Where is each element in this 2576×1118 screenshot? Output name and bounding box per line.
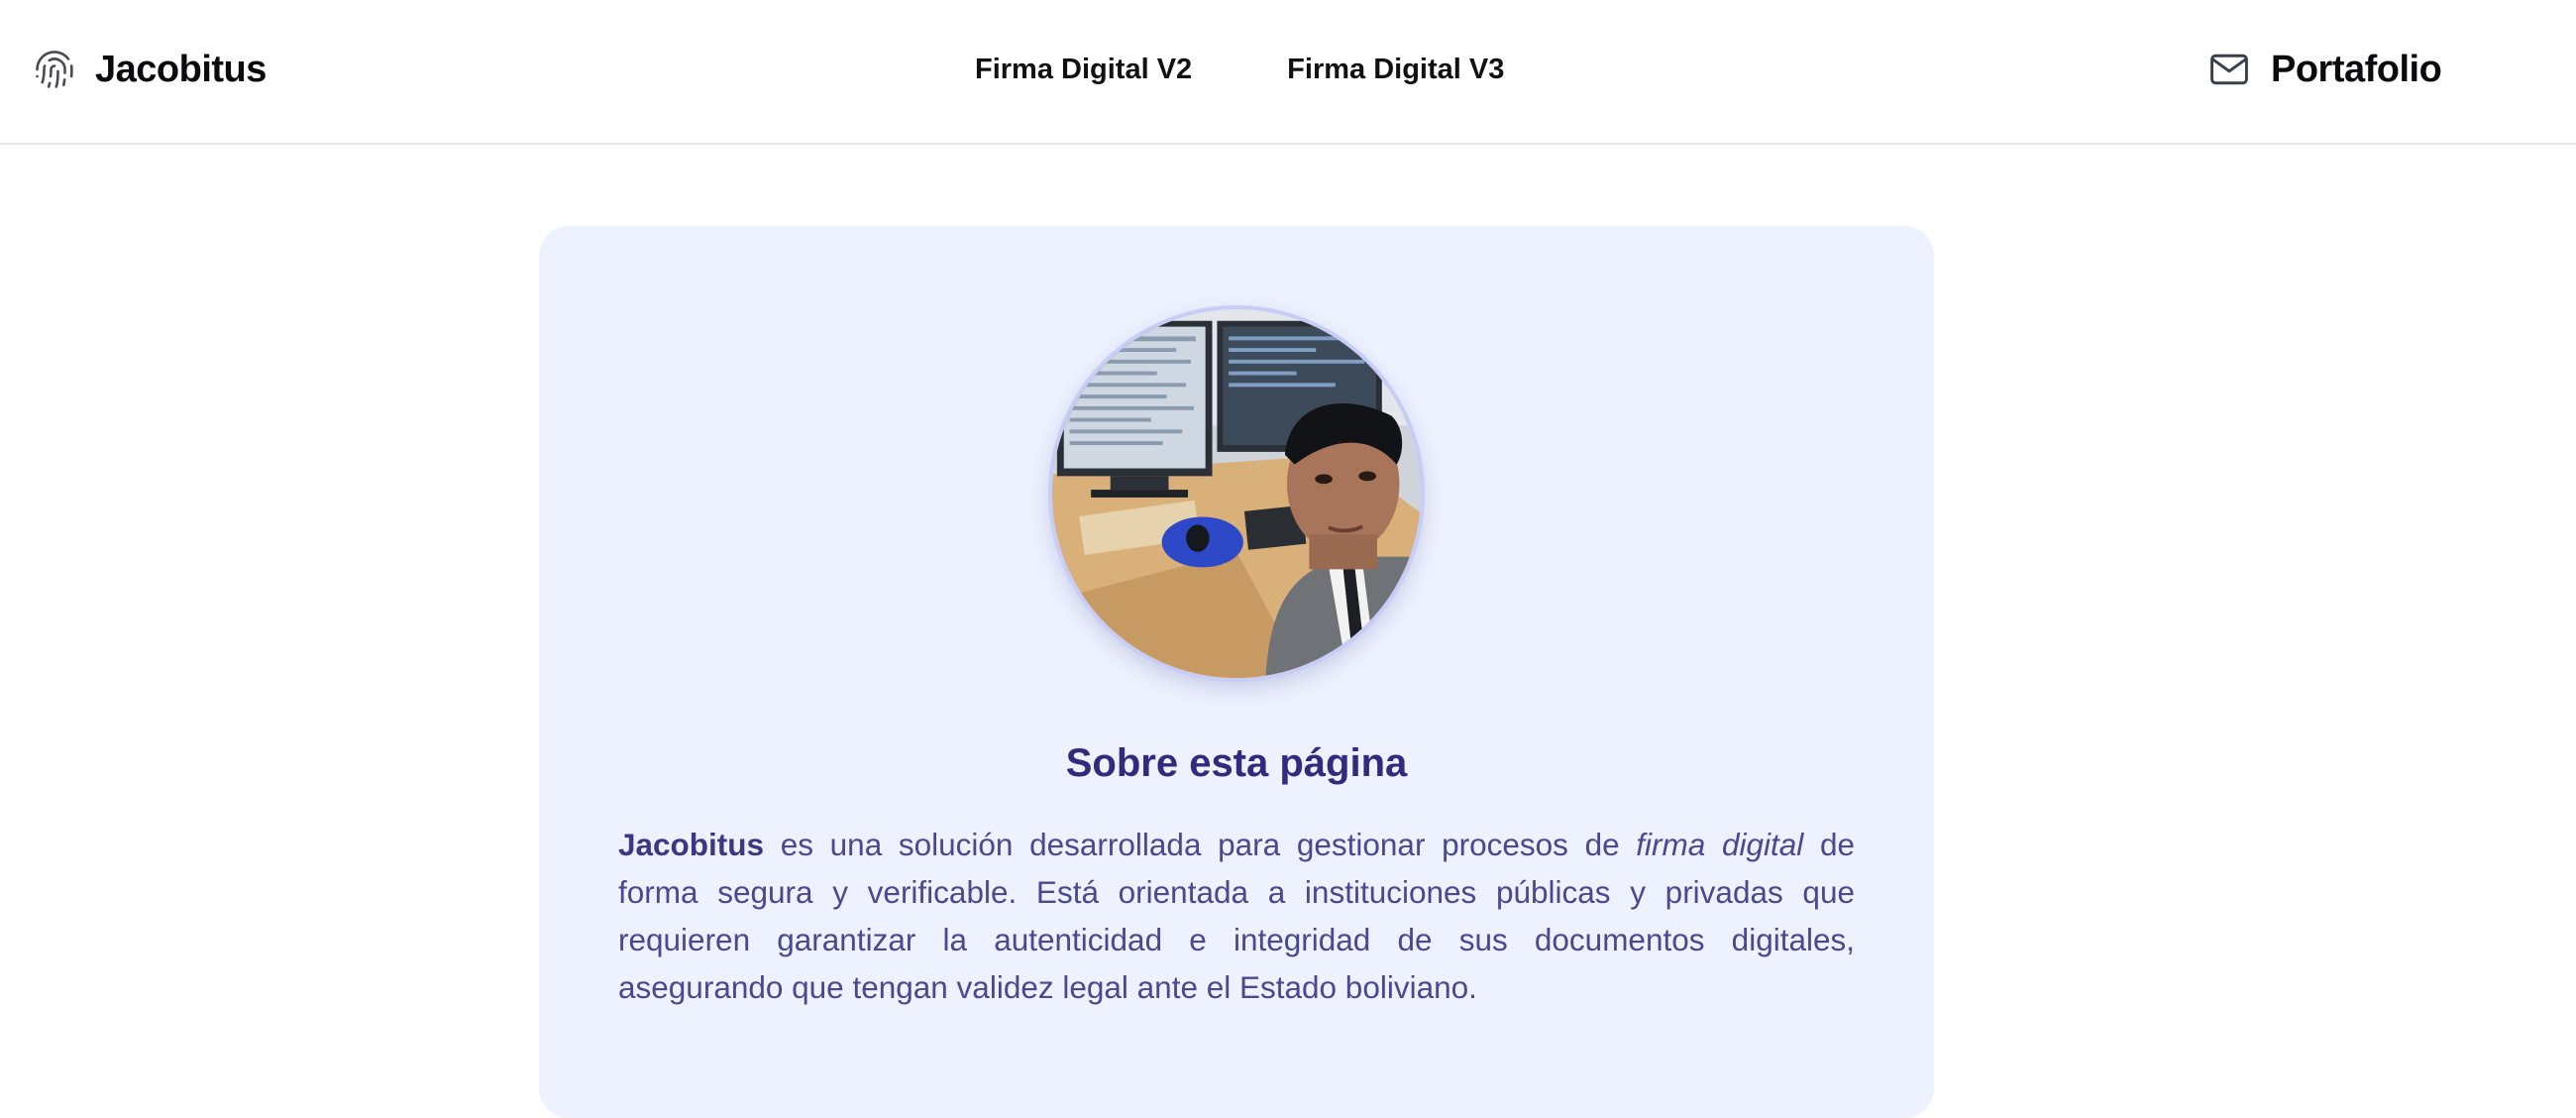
about-text-part1: es una solución desarrollada para gestio…	[764, 827, 1637, 862]
main-nav: Firma Digital V2 Firma Digital V3	[975, 48, 1504, 91]
mail-icon	[2207, 48, 2251, 91]
fingerprint-icon	[34, 49, 75, 90]
about-brand-name: Jacobitus	[618, 827, 765, 862]
about-card: Sobre esta página Jacobitus es una soluc…	[539, 226, 1934, 1118]
nav-link-firma-digital-v3[interactable]: Firma Digital V3	[1287, 54, 1504, 86]
top-navigation-bar: Jacobitus Firma Digital V2 Firma Digital…	[0, 0, 2576, 145]
about-emphasis: firma digital	[1636, 827, 1804, 862]
profile-avatar	[1048, 305, 1425, 682]
nav-link-firma-digital-v2[interactable]: Firma Digital V2	[975, 54, 1192, 86]
about-title: Sobre esta página	[1065, 741, 1408, 785]
about-description: Jacobitus es una solución desarrollada p…	[618, 821, 1855, 1011]
portfolio-link[interactable]: Portafolio	[2207, 44, 2442, 95]
portfolio-label: Portafolio	[2271, 48, 2442, 90]
brand-link[interactable]: Jacobitus	[34, 44, 267, 95]
brand-name: Jacobitus	[95, 48, 267, 90]
